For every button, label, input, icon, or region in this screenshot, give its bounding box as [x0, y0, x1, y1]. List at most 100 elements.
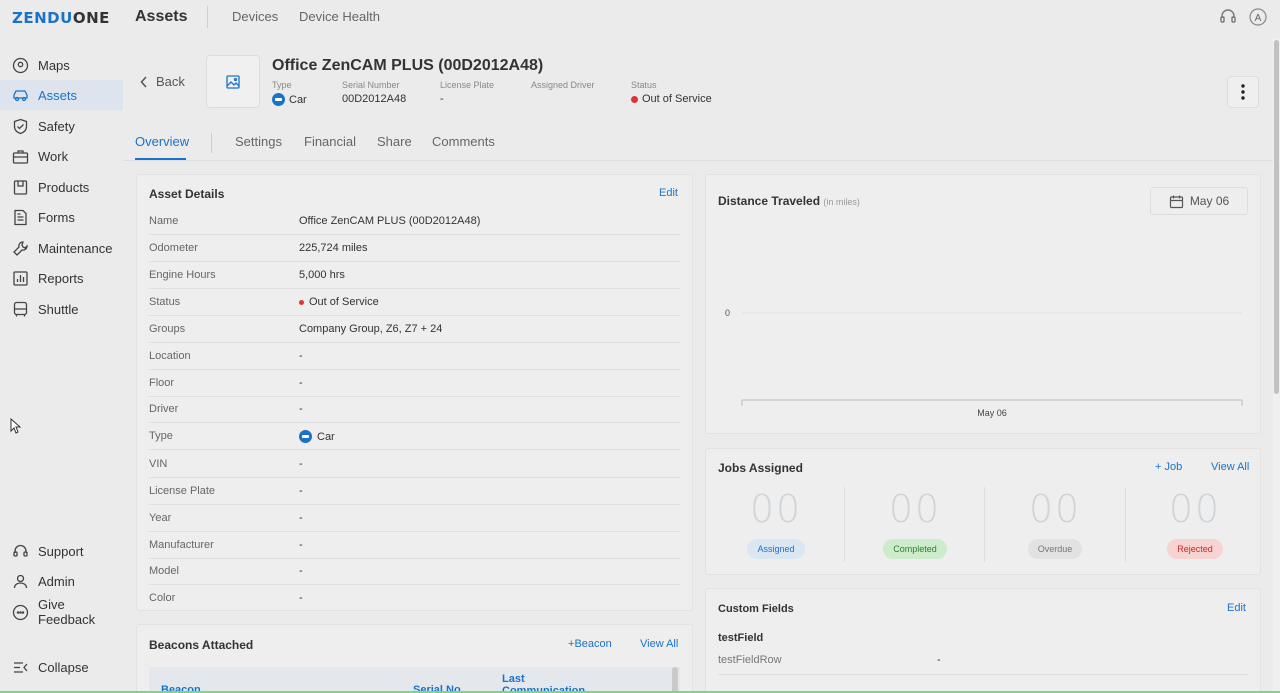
- zenduone-logo[interactable]: ZENDUONE: [12, 9, 110, 27]
- car-icon: [13, 89, 28, 101]
- detail-value: Office ZenCAM PLUS (00D2012A48): [299, 215, 481, 227]
- view-all-beacons-link[interactable]: View All: [640, 638, 678, 650]
- tab-financial[interactable]: Financial: [304, 134, 356, 149]
- card-title: Asset Details: [149, 187, 225, 201]
- detail-value: -: [299, 592, 303, 604]
- headset-icon[interactable]: [1219, 8, 1237, 26]
- bus-icon: [13, 301, 28, 316]
- sidebar-item-shuttle[interactable]: Shuttle: [0, 294, 123, 324]
- job-stat-completed[interactable]: 00 Completed: [845, 487, 985, 567]
- scrollbar-thumb[interactable]: [1274, 40, 1279, 394]
- status-badge: Rejected: [1167, 539, 1223, 559]
- detail-key: Groups: [149, 323, 186, 335]
- add-job-link[interactable]: + Job: [1155, 461, 1182, 473]
- divider: [211, 133, 212, 153]
- meta-status-value: Out of Service: [642, 93, 712, 105]
- sidebar-item-label: Collapse: [38, 659, 89, 675]
- sidebar-item-label: Maps: [38, 57, 70, 73]
- chart-icon: [13, 270, 28, 286]
- detail-row-name: Name Office ZenCAM PLUS (00D2012A48): [149, 208, 680, 235]
- detail-row-odometer: Odometer 225,724 miles: [149, 235, 680, 262]
- sidebar-item-collapse[interactable]: Collapse: [0, 652, 123, 682]
- status-dot-icon: [299, 299, 304, 305]
- detail-key: Model: [149, 565, 179, 577]
- sidebar-item-maintenance[interactable]: Maintenance: [0, 233, 123, 263]
- detail-key: Driver: [149, 403, 179, 415]
- detail-value: -: [299, 565, 303, 577]
- sidebar-item-maps[interactable]: Maps: [0, 50, 123, 80]
- custom-field-value: -: [937, 654, 941, 666]
- tab-comments[interactable]: Comments: [432, 134, 495, 149]
- sidebar: Maps Assets Safety Work Products Forms M…: [0, 38, 123, 693]
- custom-fields-card: Custom Fields Edit testField testFieldRo…: [705, 588, 1261, 693]
- distance-traveled-card: Distance Traveled (in miles) May 06 0 May…: [705, 174, 1261, 434]
- view-all-jobs-link[interactable]: View All: [1211, 461, 1249, 473]
- job-stat-overdue[interactable]: 00 Overdue: [985, 487, 1125, 567]
- asset-details-card: Asset Details Edit Name Office ZenCAM PLU…: [136, 174, 693, 611]
- sidebar-item-label: Maintenance: [38, 240, 113, 256]
- more-options-button[interactable]: [1227, 76, 1259, 108]
- detail-value: Car: [299, 430, 335, 443]
- briefcase-icon: [12, 149, 29, 164]
- detail-value: 5,000 hrs: [299, 269, 345, 281]
- status-badge: Overdue: [1027, 539, 1083, 559]
- job-stat-assigned[interactable]: 00 Assigned: [706, 487, 846, 567]
- back-button[interactable]: Back: [140, 74, 185, 89]
- detail-row-vin: VIN -: [149, 451, 680, 478]
- detail-value: -: [299, 377, 303, 389]
- sidebar-item-support[interactable]: Support: [0, 536, 123, 566]
- page-scrollbar[interactable]: [1273, 38, 1280, 693]
- detail-value: -: [299, 350, 303, 362]
- y-tick-label: 0: [725, 308, 730, 318]
- page-section-title: Assets: [135, 8, 188, 25]
- sidebar-item-admin[interactable]: Admin: [0, 566, 123, 596]
- edit-asset-details-link[interactable]: Edit: [659, 187, 678, 199]
- document-icon: [14, 209, 27, 225]
- detail-key: Color: [149, 592, 176, 604]
- custom-field-key: testFieldRow: [718, 654, 782, 666]
- sidebar-item-work[interactable]: Work: [0, 141, 123, 171]
- tab-settings[interactable]: Settings: [235, 134, 282, 149]
- meta-label: License Plate: [440, 80, 495, 90]
- job-stat-rejected[interactable]: 00 Rejected: [1125, 487, 1265, 567]
- tab-overview[interactable]: Overview: [135, 134, 189, 149]
- sidebar-item-products[interactable]: Products: [0, 172, 123, 202]
- job-count: 00: [1168, 487, 1222, 531]
- logo-text-right: ONE: [72, 9, 110, 27]
- account-avatar-icon[interactable]: A: [1249, 8, 1267, 26]
- sidebar-item-assets[interactable]: Assets: [0, 80, 123, 110]
- sidebar-item-label: Support: [38, 543, 84, 559]
- top-tab-devices[interactable]: Devices: [232, 9, 278, 24]
- sidebar-item-give-feedback[interactable]: Give Feedback: [0, 597, 123, 627]
- sidebar-item-safety[interactable]: Safety: [0, 111, 123, 141]
- column-header-last-communication[interactable]: Last Communication: [502, 673, 592, 693]
- sidebar-item-forms[interactable]: Forms: [0, 202, 123, 232]
- asset-image-placeholder[interactable]: [206, 55, 260, 108]
- detail-value: -: [299, 458, 303, 470]
- detail-row-floor: Floor -: [149, 370, 680, 397]
- feedback-icon: [12, 604, 29, 620]
- detail-value: -: [299, 539, 303, 551]
- detail-value: -: [299, 485, 303, 497]
- edit-custom-fields-link[interactable]: Edit: [1227, 602, 1246, 614]
- detail-key: Odometer: [149, 242, 198, 254]
- add-beacon-label: Beacon: [574, 638, 612, 650]
- status-badge: Completed: [883, 539, 947, 559]
- detail-row-type: Type Car: [149, 423, 680, 450]
- card-title: Beacons Attached: [149, 638, 254, 652]
- detail-value: 225,724 miles: [299, 242, 368, 254]
- divider: [207, 6, 208, 28]
- sidebar-item-reports[interactable]: Reports: [0, 263, 123, 293]
- sidebar-item-label: Work: [38, 148, 69, 164]
- detail-row-driver: Driver -: [149, 396, 680, 423]
- add-beacon-link[interactable]: +Beacon: [568, 638, 612, 650]
- logo-text-left: ZENDU: [12, 9, 73, 27]
- tab-share[interactable]: Share: [377, 134, 412, 149]
- top-tab-device-health[interactable]: Device Health: [299, 9, 380, 24]
- detail-row-model: Model -: [149, 558, 680, 585]
- top-bar: ZENDUONE Assets Devices Device Health A: [0, 0, 1280, 36]
- map-pin-icon: [12, 57, 29, 73]
- meta-value: 00D2012A48: [342, 93, 407, 105]
- table-scrollbar[interactable]: [672, 667, 678, 693]
- asset-header: Back Office ZenCAM PLUS (00D2012A48) Typ…: [123, 38, 1273, 161]
